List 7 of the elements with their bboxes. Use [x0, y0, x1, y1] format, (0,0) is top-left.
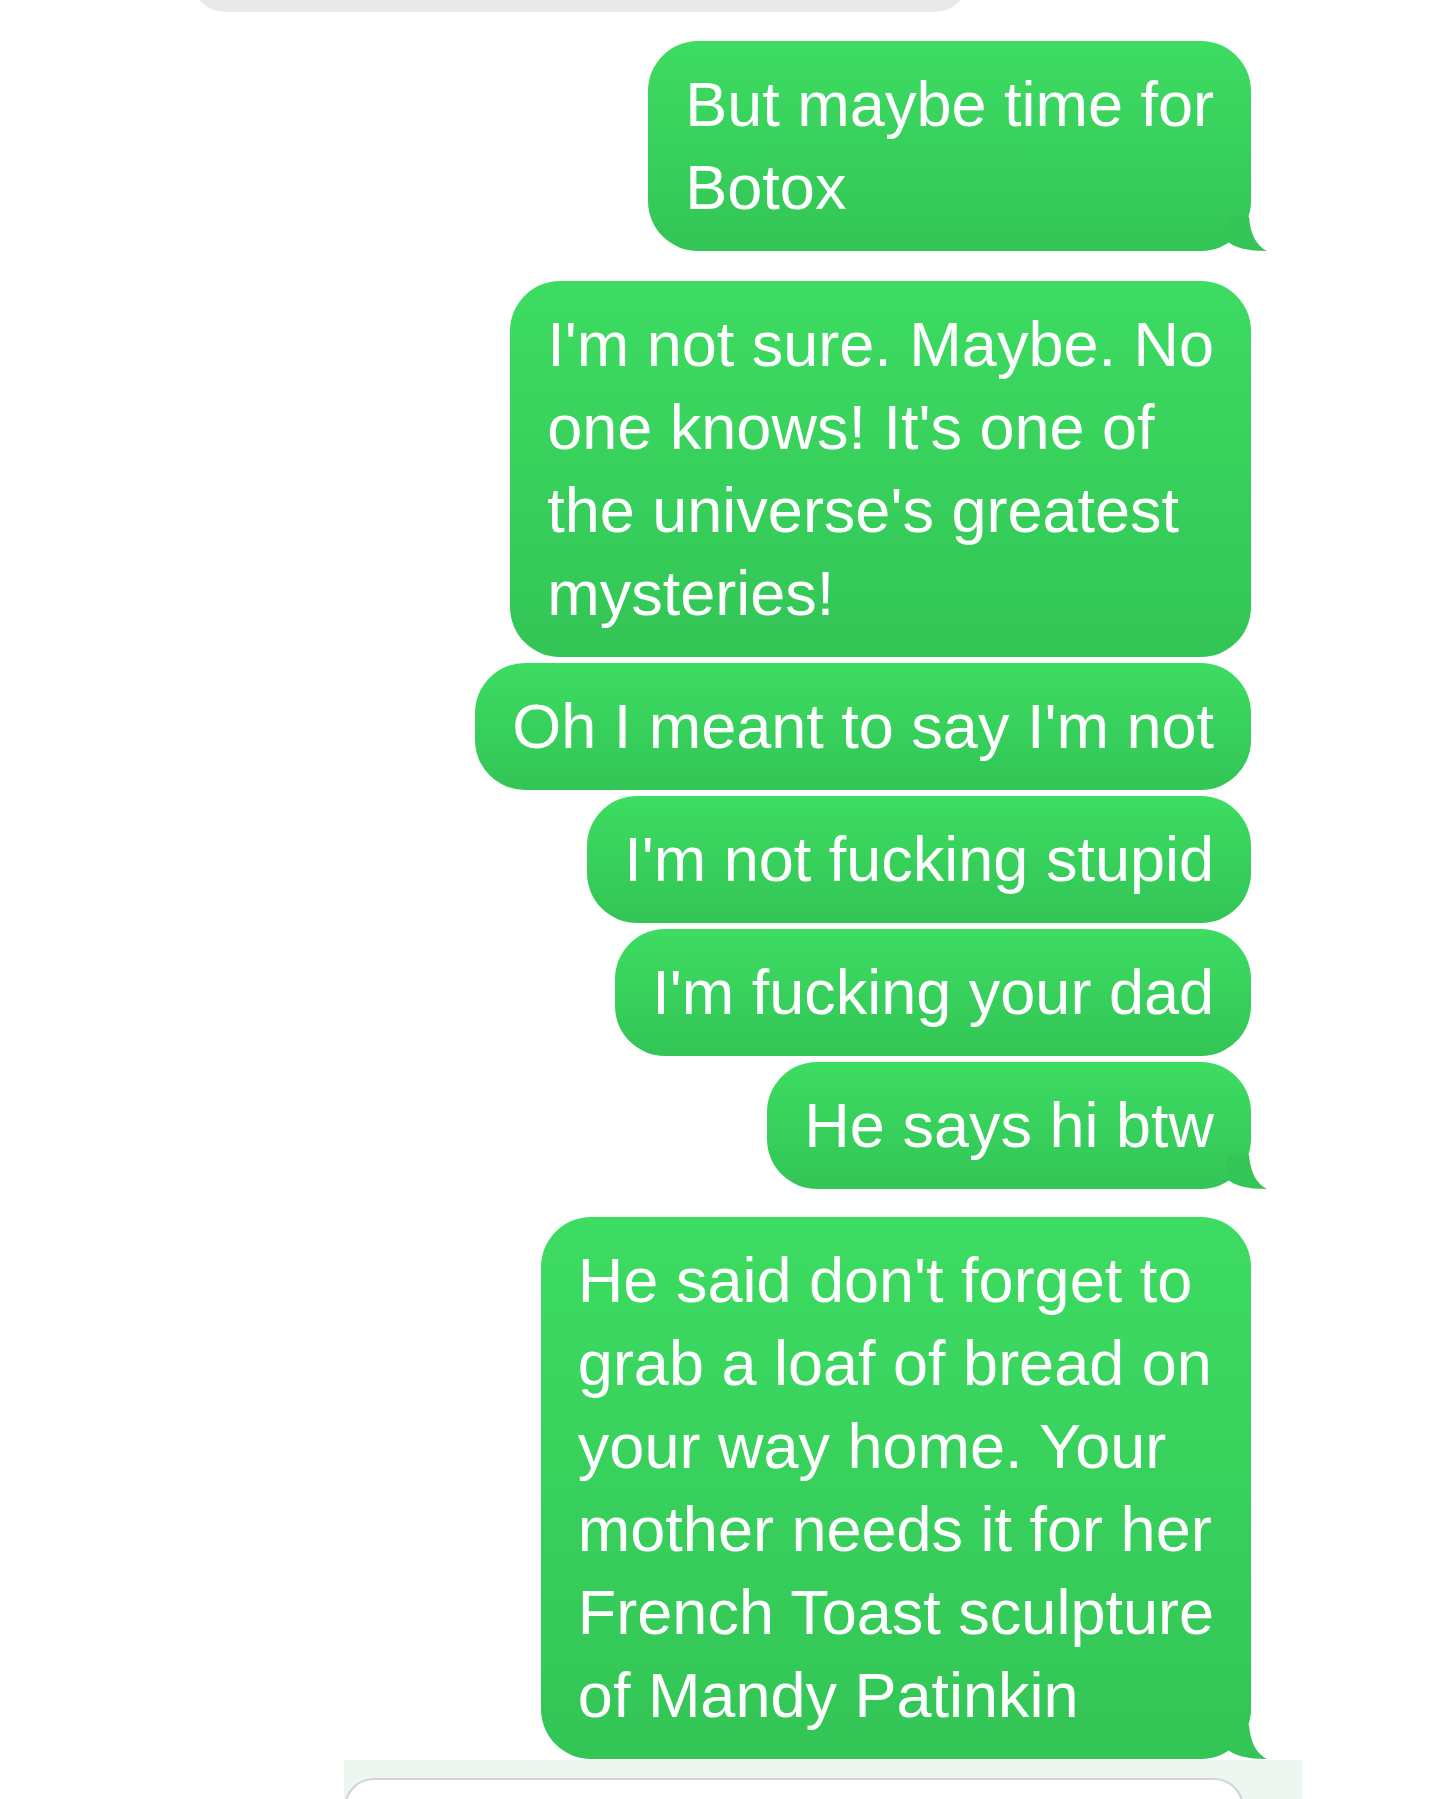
message-bubble: I'm fucking your dad — [615, 929, 1251, 1056]
message-bubble: Oh I meant to say I'm not — [475, 663, 1251, 790]
message-bubble: He says hi btw — [767, 1062, 1251, 1189]
message-bubble: I'm not fucking stupid — [587, 796, 1251, 923]
message-bubble: I'm not sure. Maybe. No one knows! It's one of the universe's greatest mysteries! — [510, 281, 1251, 657]
message-bubble: He said don't forget to grab a loaf of bread on your way home. Your mother needs it for her French Toast sculpture of Mandy Patinkin — [540, 1217, 1251, 1759]
message-bubble: But maybe time for Botox — [648, 41, 1251, 251]
